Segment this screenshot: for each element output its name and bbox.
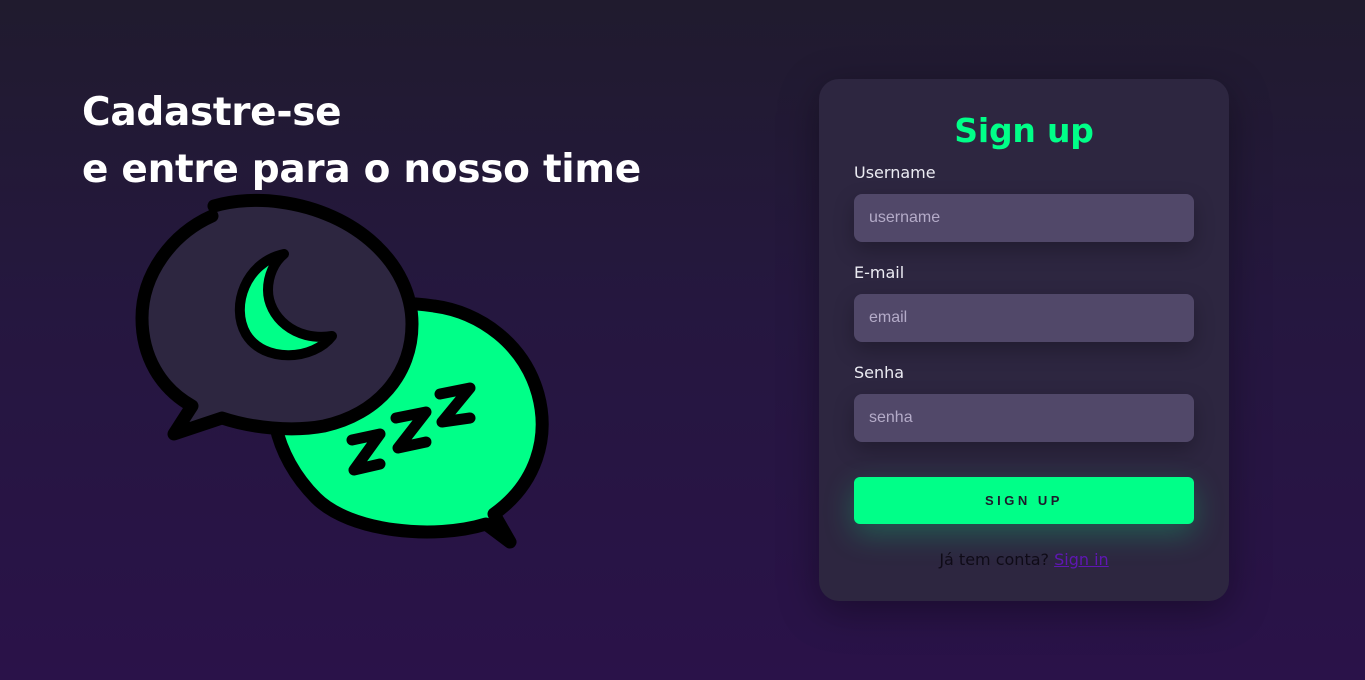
password-input[interactable] [854,394,1194,442]
signin-prompt-text: Já tem conta? [939,550,1050,569]
signin-link[interactable]: Sign in [1054,550,1109,569]
hero-title: Cadastre-se e entre para o nosso time [82,84,682,198]
email-label: E-mail [854,263,905,282]
hero-title-line-1: Cadastre-se [82,90,342,135]
hero-section: Cadastre-se e entre para o nosso time [82,84,682,198]
signup-card: Sign up Username E-mail Senha Sign up Já… [819,79,1229,601]
username-input[interactable] [854,194,1194,242]
signup-title: Sign up [954,111,1094,150]
username-label: Username [854,163,936,182]
signup-button[interactable]: Sign up [854,477,1194,524]
chat-sleep-illustration [135,193,549,549]
password-label: Senha [854,363,905,382]
email-input[interactable] [854,294,1194,342]
signin-prompt-line: Já tem conta? Sign in [819,549,1229,571]
